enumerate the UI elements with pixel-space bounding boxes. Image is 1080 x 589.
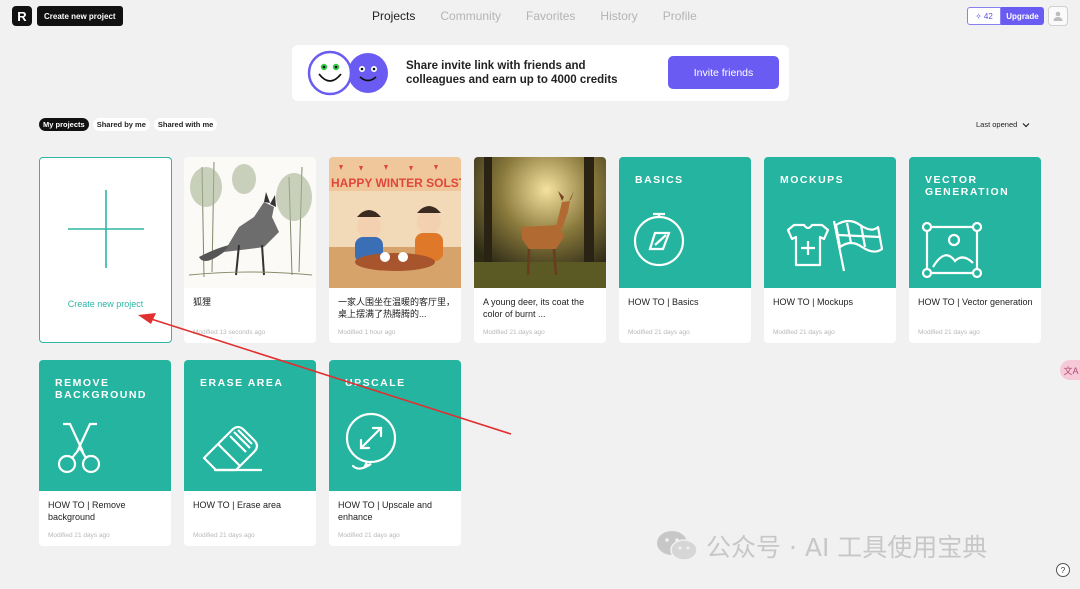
watermark-text: 公众号 · AI 工具使用宝典	[706, 533, 988, 562]
create-new-project-card[interactable]: Create new project	[39, 157, 172, 343]
help-button[interactable]: ?	[1056, 563, 1070, 577]
project-title: HOW TO | Basics	[628, 297, 699, 307]
eraser-icon	[202, 425, 262, 472]
tab-shared-by-me[interactable]: Shared by me	[92, 118, 150, 131]
basics-thumbnail: BASICS	[619, 157, 751, 288]
project-modified: Modified 21 days ago	[483, 329, 545, 336]
mockups-icon	[786, 219, 884, 272]
erase-area-thumbnail: ERASE AREA	[184, 360, 316, 491]
credits-count: 42	[983, 11, 993, 21]
upscale-thumbnail: UPSCALE	[329, 360, 461, 491]
fox-sketch-thumbnail	[184, 157, 316, 288]
sort-dropdown[interactable]: Last opened	[976, 120, 1030, 129]
deer-forest-thumbnail	[474, 157, 606, 288]
project-card[interactable]: ERASE AREA HOW TO | Erase area Modified …	[184, 360, 316, 546]
project-modified: Modified 21 days ago	[193, 532, 255, 539]
nav-community[interactable]: Community	[440, 9, 501, 23]
project-filter-tabs: My projects Shared by me Shared with me	[39, 118, 218, 131]
project-title: HOW TO | Upscale and enhance	[338, 500, 433, 522]
project-title: A young deer, its coat the color of burn…	[483, 297, 585, 319]
project-card[interactable]: 狐狸 Modified 13 seconds ago	[184, 157, 316, 343]
wechat-icon	[657, 531, 698, 561]
remove-background-thumbnail: REMOVE BACKGROUND	[39, 360, 171, 491]
plus-icon	[68, 190, 144, 268]
basics-icon	[633, 212, 685, 267]
project-card[interactable]: HAPPY WINTER SOLSTIC 一家人围坐在温暖的客厅里，桌上摆满了热…	[329, 157, 461, 343]
nav-projects[interactable]: Projects	[372, 9, 415, 23]
tab-my-projects[interactable]: My projects	[39, 118, 89, 131]
create-new-project-label: Create new project	[67, 299, 144, 309]
sparkle-icon: ✧	[975, 11, 982, 21]
project-title: HOW TO | Vector generation	[918, 297, 1033, 307]
chevron-down-icon	[1022, 122, 1030, 127]
invite-message: Share invite link with friends and colle…	[406, 60, 618, 86]
user-icon	[1053, 11, 1063, 21]
project-card[interactable]: MOCKUPS HOW TO | Mockups Modified 21 day…	[764, 157, 896, 343]
nav-history[interactable]: History	[600, 9, 637, 23]
project-title: HOW TO | Erase area	[193, 500, 282, 510]
smiley-faces-icon	[307, 50, 388, 96]
project-title: 一家人围坐在温暖的客厅里，桌上摆满了热腾腾的...	[338, 297, 456, 319]
project-modified: Modified 21 days ago	[918, 329, 980, 336]
sort-label: Last opened	[976, 120, 1018, 129]
main-nav: Projects Community Favorites History Pro…	[372, 9, 722, 23]
project-title: 狐狸	[193, 297, 212, 307]
nav-profile[interactable]: Profile	[663, 9, 697, 23]
project-card[interactable]: REMOVE BACKGROUND HOW TO | Remove backgr…	[39, 360, 171, 546]
project-modified: Modified 21 days ago	[48, 532, 110, 539]
tab-shared-with-me[interactable]: Shared with me	[153, 118, 218, 131]
project-modified: Modified 21 days ago	[628, 329, 690, 336]
project-title: HOW TO | Remove background	[48, 500, 126, 522]
project-modified: Modified 21 days ago	[338, 532, 400, 539]
mockups-thumbnail: MOCKUPS	[764, 157, 896, 288]
project-title: HOW TO | Mockups	[773, 297, 854, 307]
project-card[interactable]: A young deer, its coat the color of burn…	[474, 157, 606, 343]
top-bar: R Create new project Projects Community …	[0, 0, 1080, 32]
vector-generation-thumbnail: VECTOR GENERATION	[909, 157, 1041, 288]
scissors-icon	[57, 422, 101, 474]
thumbnail-banner-text: HAPPY WINTER SOLSTIC	[331, 176, 461, 190]
invite-banner: Share invite link with friends and colle…	[292, 45, 789, 101]
upgrade-button[interactable]: Upgrade	[1001, 7, 1044, 25]
vector-icon	[921, 221, 983, 279]
project-card[interactable]: BASICS HOW TO | Basics Modified 21 days …	[619, 157, 751, 343]
project-card[interactable]: UPSCALE HOW TO | Upscale and enhance Mod…	[329, 360, 461, 546]
create-new-project-button[interactable]: Create new project	[37, 6, 123, 26]
upscale-icon	[345, 412, 397, 470]
watermark: 公众号 · AI 工具使用宝典	[656, 528, 987, 564]
project-modified: Modified 1 hour ago	[338, 329, 396, 336]
avatar[interactable]	[1048, 6, 1068, 26]
invite-friends-button[interactable]: Invite friends	[668, 56, 779, 89]
winter-solstice-thumbnail: HAPPY WINTER SOLSTIC	[329, 157, 461, 288]
credits-badge[interactable]: ✧ 42	[967, 7, 1001, 25]
translate-widget[interactable]: 文A	[1060, 360, 1080, 380]
app-logo[interactable]: R	[12, 6, 32, 26]
project-card[interactable]: VECTOR GENERATION HOW TO | Vector genera…	[909, 157, 1041, 343]
project-modified: Modified 13 seconds ago	[193, 329, 266, 336]
project-modified: Modified 21 days ago	[773, 329, 835, 336]
nav-favorites[interactable]: Favorites	[526, 9, 575, 23]
